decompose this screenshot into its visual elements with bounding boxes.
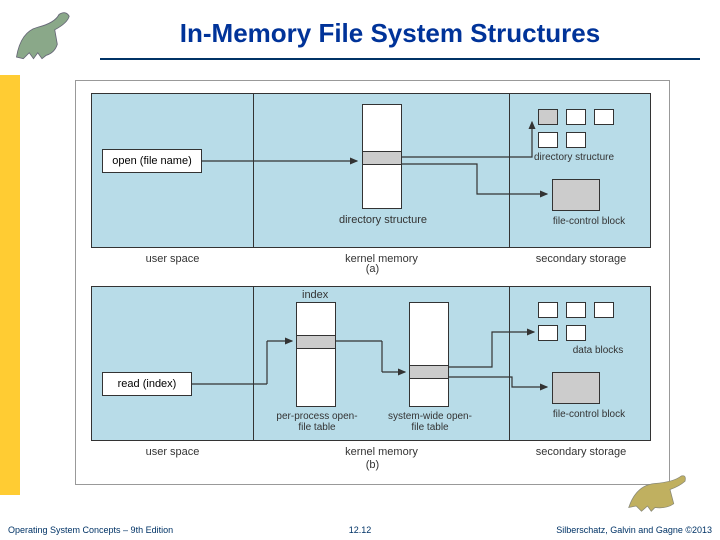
fig-label-b: (b) [366, 459, 379, 471]
label-index: index [302, 289, 328, 301]
section-kernel-memory-a: directory structure kernel memory [254, 94, 510, 247]
dinosaur-icon-footer [625, 470, 700, 518]
sw-band [410, 365, 448, 379]
fcb-box-a [552, 179, 600, 211]
footer: Operating System Concepts – 9th Edition … [0, 520, 720, 540]
label-pptable: per-process open-file table [274, 411, 360, 433]
per-process-table-box [296, 302, 336, 407]
label-fcb-a: file-control block [534, 216, 644, 227]
label-kernel-memory-b: kernel memory [345, 446, 418, 458]
directory-structure-box-a [362, 104, 402, 209]
panel-a: open (file name) user space directory st… [91, 93, 651, 248]
label-data-blocks: data blocks [558, 345, 638, 356]
disk-block [594, 302, 614, 318]
disk-block [538, 302, 558, 318]
label-secondary-storage-b: secondary storage [536, 446, 627, 458]
slide: In-Memory File System Structures open (f… [0, 0, 720, 540]
label-secondary-storage-a: secondary storage [536, 253, 627, 265]
left-accent-bar [0, 75, 20, 495]
disk-block [566, 132, 586, 148]
system-wide-table-box [409, 302, 449, 407]
diagram: open (file name) user space directory st… [75, 80, 670, 485]
user-op-box-b: read (index) [102, 372, 192, 396]
footer-left: Operating System Concepts – 9th Edition [8, 525, 173, 535]
label-dir-struct-a: directory structure [328, 214, 438, 226]
label-swtable: system-wide open-file table [387, 411, 473, 433]
disk-block [566, 109, 586, 125]
label-dir-struct-ss-a: directory structure [534, 152, 644, 163]
disk-block [566, 325, 586, 341]
label-kernel-memory-a: kernel memory [345, 253, 418, 265]
section-user-space-a: open (file name) user space [92, 94, 254, 247]
footer-center: 12.12 [349, 525, 372, 535]
fcb-box-b [552, 372, 600, 404]
fig-label-a: (a) [366, 263, 379, 275]
header-rule [100, 58, 700, 60]
page-title: In-Memory File System Structures [0, 0, 720, 49]
footer-right: Silberschatz, Galvin and Gagne ©2013 [556, 525, 712, 535]
header: In-Memory File System Structures [0, 0, 720, 70]
disk-block [594, 109, 614, 125]
user-op-box-a: open (file name) [102, 149, 202, 173]
dinosaur-icon [8, 6, 93, 64]
disk-block [538, 132, 558, 148]
section-user-space-b: read (index) user space [92, 287, 254, 440]
pp-band [297, 335, 335, 349]
label-user-space-a: user space [146, 253, 200, 265]
section-kernel-memory-b: index per-process open-file table system… [254, 287, 510, 440]
disk-block [566, 302, 586, 318]
section-secondary-storage-b: data blocks file-control block secondary… [510, 287, 652, 440]
label-user-space-b: user space [146, 446, 200, 458]
label-fcb-b: file-control block [534, 409, 644, 420]
disk-block [538, 325, 558, 341]
section-secondary-storage-a: directory structure file-control block s… [510, 94, 652, 247]
disk-block [538, 109, 558, 125]
panel-b: read (index) user space index per-proces… [91, 286, 651, 441]
dir-struct-band-a [363, 151, 401, 165]
